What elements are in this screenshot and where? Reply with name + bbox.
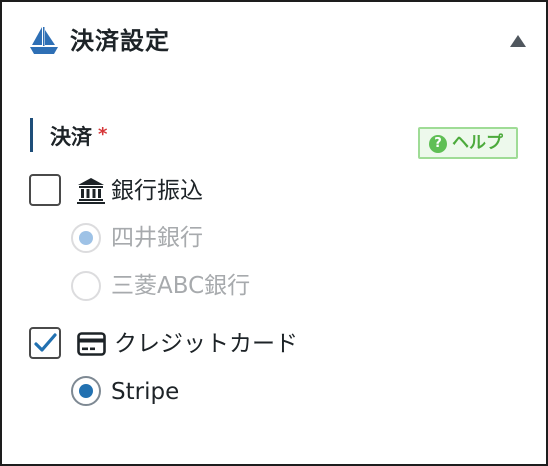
panel-title: 決済設定 bbox=[70, 27, 170, 55]
provider-radio-stripe[interactable] bbox=[71, 376, 101, 406]
credit-card-label: クレジットカード bbox=[114, 331, 298, 357]
provider-label-stripe: Stripe bbox=[111, 379, 180, 405]
bank-transfer-checkbox[interactable] bbox=[29, 174, 61, 206]
credit-card-checkbox[interactable] bbox=[29, 327, 61, 359]
payment-settings-panel: 決済設定 決済 * ? ヘルプ 銀行振込 四井銀行 三菱ABC銀行 クレジットカ… bbox=[0, 0, 548, 466]
credit-card-icon bbox=[77, 332, 106, 360]
sailboat-icon bbox=[28, 26, 60, 56]
bank-label-yotsui: 四井銀行 bbox=[111, 225, 203, 251]
bank-transfer-label: 銀行振込 bbox=[111, 178, 203, 204]
payment-section-label: 決済 * bbox=[30, 118, 107, 152]
bank-icon bbox=[77, 177, 105, 208]
help-label: ヘルプ bbox=[452, 133, 503, 153]
bank-radio-yotsui[interactable] bbox=[71, 223, 101, 253]
help-button[interactable]: ? ヘルプ bbox=[418, 127, 518, 159]
checkmark-icon bbox=[34, 333, 57, 352]
bank-label-mitsubishi-abc: 三菱ABC銀行 bbox=[111, 273, 251, 299]
required-mark: * bbox=[98, 124, 108, 145]
panel-header[interactable]: 決済設定 bbox=[2, 2, 546, 80]
triangle-up-icon[interactable] bbox=[508, 33, 528, 49]
bank-radio-mitsubishi-abc[interactable] bbox=[71, 271, 101, 301]
radio-selected-dot bbox=[79, 384, 93, 398]
radio-selected-dot bbox=[79, 231, 93, 245]
question-circle-icon: ? bbox=[429, 135, 447, 153]
section-label-text: 決済 bbox=[50, 125, 92, 149]
